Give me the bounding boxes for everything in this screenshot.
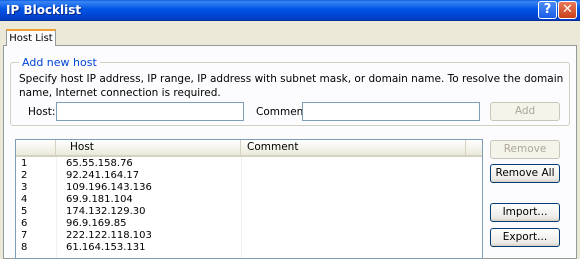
group-legend: Add new host	[19, 56, 100, 69]
add-host-description: Specify host IP address, IP range, IP ad…	[19, 73, 564, 99]
table-row[interactable]: 6 96.9.169.85	[16, 218, 482, 230]
column-header-comment[interactable]: Comment	[241, 140, 466, 155]
comment-input[interactable]	[302, 102, 480, 121]
host-input[interactable]	[56, 102, 244, 121]
table-row[interactable]: 1 65.55.158.76	[16, 158, 482, 170]
column-header-filler	[466, 140, 482, 155]
help-icon[interactable]: ?	[538, 1, 557, 19]
column-header-index[interactable]	[16, 140, 56, 155]
row-host: 96.9.169.85	[66, 218, 127, 229]
row-host: 174.132.129.30	[66, 206, 146, 217]
row-host: 109.196.143.136	[66, 182, 152, 193]
title-bar: IP Blocklist ? ✕	[0, 0, 580, 21]
row-index: 7	[21, 230, 28, 241]
row-index: 4	[21, 194, 28, 205]
row-index: 6	[21, 218, 28, 229]
row-host: 69.9.181.104	[66, 194, 133, 205]
tab-host-list[interactable]: Host List	[6, 29, 56, 46]
table-row[interactable]: 2 92.241.164.17	[16, 170, 482, 182]
list-header: Host Comment	[16, 140, 482, 157]
table-row[interactable]: 8 61.164.153.131	[16, 242, 482, 254]
row-host: 65.55.158.76	[66, 158, 133, 169]
add-button[interactable]: Add	[490, 102, 560, 121]
remove-all-button[interactable]: Remove All	[490, 164, 560, 183]
row-host: 222.122.118.103	[66, 230, 152, 241]
column-header-host[interactable]: Host	[56, 140, 241, 155]
host-label: Host:	[28, 106, 56, 118]
export-button[interactable]: Export...	[490, 228, 560, 247]
table-row[interactable]: 7 222.122.118.103	[16, 230, 482, 242]
table-row[interactable]: 3 109.196.143.136	[16, 182, 482, 194]
row-index: 1	[21, 158, 28, 169]
window-title: IP Blocklist	[6, 3, 82, 17]
remove-button[interactable]: Remove	[490, 140, 560, 159]
import-button[interactable]: Import...	[490, 203, 560, 222]
row-index: 8	[21, 242, 28, 253]
table-row[interactable]: 4 69.9.181.104	[16, 194, 482, 206]
row-host: 61.164.153.131	[66, 242, 146, 253]
close-icon[interactable]: ✕	[558, 1, 577, 19]
row-host: 92.241.164.17	[66, 170, 140, 181]
row-index: 5	[21, 206, 28, 217]
row-index: 2	[21, 170, 28, 181]
table-row[interactable]: 5 174.132.129.30	[16, 206, 482, 218]
host-list[interactable]: Host Comment 1 65.55.158.76 2 92.241.164…	[15, 139, 483, 259]
row-index: 3	[21, 182, 28, 193]
